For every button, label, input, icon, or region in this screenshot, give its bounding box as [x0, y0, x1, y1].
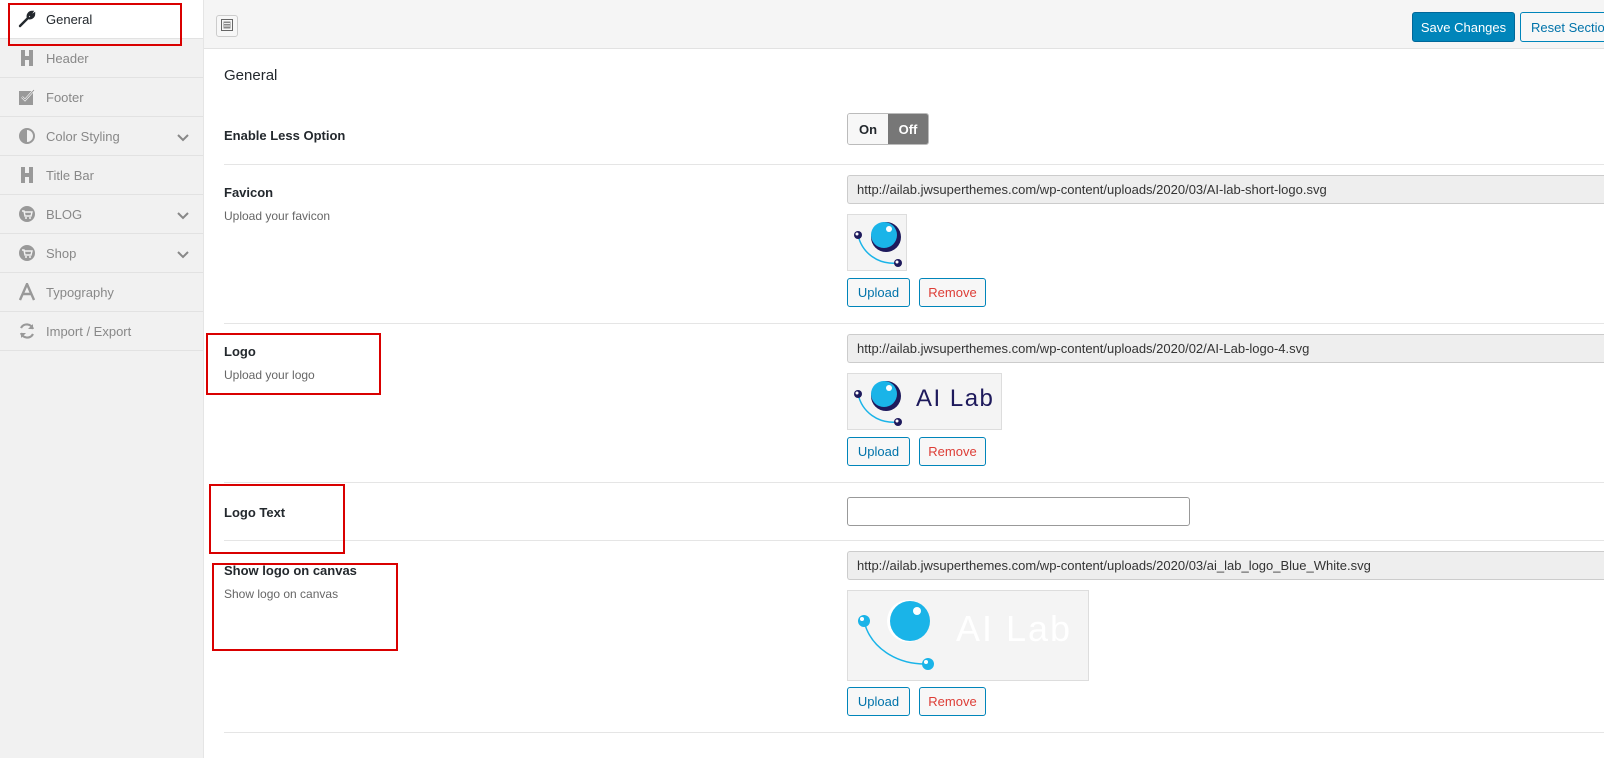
sidebar-item-import-export[interactable]: Import / Export [0, 312, 203, 351]
sidebar-item-blog[interactable]: BLOG [0, 195, 203, 234]
sidebar-item-general[interactable]: General [0, 0, 203, 39]
logo-wordmark: AI Lab [916, 385, 994, 412]
option-title: Enable Less Option [224, 128, 346, 143]
save-changes-button[interactable]: Save Changes [1412, 12, 1515, 42]
chevron-down-icon[interactable] [177, 130, 189, 145]
logo-preview: AI Lab [847, 373, 1002, 430]
canvas-logo-upload-button[interactable]: Upload [847, 687, 910, 716]
sidebar-item-header[interactable]: Header [0, 39, 203, 78]
favicon-preview [847, 214, 907, 271]
ai-lab-logo-mark [854, 222, 902, 267]
canvas-logo-wordmark: AI Lab [956, 608, 1072, 649]
switch-off-option[interactable]: Off [888, 114, 928, 144]
cart-icon [16, 205, 38, 223]
option-title: Logo [224, 344, 256, 359]
sidebar-item-label: General [46, 11, 93, 27]
sidebar-item-shop[interactable]: Shop [0, 234, 203, 273]
canvas-logo-preview: AI Lab [847, 590, 1089, 681]
checkbox-icon [16, 88, 38, 106]
sidebar-item-typography[interactable]: Typography [0, 273, 203, 312]
expand-options-button[interactable] [216, 15, 238, 37]
option-description: Upload your logo [224, 368, 315, 382]
options-panel: General Enable Less Option On Off Favico… [204, 49, 1604, 758]
sidebar-item-label: Color Styling [46, 128, 120, 144]
enable-less-switch[interactable]: On Off [847, 113, 929, 145]
sidebar-item-label: Import / Export [46, 323, 132, 339]
options-toolbar: Save Changes Reset Section [204, 0, 1604, 49]
sidebar-item-label: Header [46, 50, 89, 66]
contrast-icon [16, 127, 38, 145]
switch-on-option[interactable]: On [848, 114, 888, 144]
option-description: Upload your favicon [224, 209, 331, 223]
option-title: Favicon [224, 185, 274, 200]
logo-upload-button[interactable]: Upload [847, 437, 910, 466]
header-icon [16, 49, 38, 67]
ai-lab-logo: AI Lab [854, 381, 994, 426]
canvas-logo-url-field[interactable]: http://ailab.jwsuperthemes.com/wp-conten… [847, 551, 1604, 580]
logo-remove-button[interactable]: Remove [919, 437, 986, 466]
wrench-icon [16, 10, 38, 28]
cart-icon [16, 244, 38, 262]
chevron-down-icon[interactable] [177, 247, 189, 262]
list-view-icon [221, 18, 233, 34]
logo-text-input[interactable] [847, 497, 1190, 526]
canvas-logo-remove-button[interactable]: Remove [919, 687, 986, 716]
option-title: Show logo on canvas [224, 563, 357, 578]
reset-section-button[interactable]: Reset Section [1520, 12, 1604, 42]
header-icon [16, 166, 38, 184]
sidebar-item-label: Typography [46, 284, 114, 300]
option-description: Show logo on canvas [224, 587, 339, 601]
sidebar-item-label: Footer [46, 89, 84, 105]
favicon-remove-button[interactable]: Remove [919, 278, 986, 307]
sidebar-item-label: Shop [46, 245, 77, 261]
sidebar-item-color-styling[interactable]: Color Styling [0, 117, 203, 156]
favicon-upload-button[interactable]: Upload [847, 278, 910, 307]
sidebar-item-footer[interactable]: Footer [0, 78, 203, 117]
option-title: Logo Text [224, 505, 286, 520]
chevron-down-icon[interactable] [177, 208, 189, 223]
sidebar-item-label: Title Bar [46, 167, 94, 183]
logo-url-field[interactable]: http://ailab.jwsuperthemes.com/wp-conten… [847, 334, 1604, 363]
refresh-icon [16, 322, 38, 340]
sidebar: General Header Footer Color Styling Titl… [0, 0, 204, 758]
font-icon [16, 283, 38, 301]
favicon-url-field[interactable]: http://ailab.jwsuperthemes.com/wp-conten… [847, 175, 1604, 204]
ai-lab-logo-white: AI Lab [858, 600, 1072, 670]
sidebar-item-label: BLOG [46, 206, 83, 222]
section-title: General [224, 67, 278, 84]
sidebar-item-title-bar[interactable]: Title Bar [0, 156, 203, 195]
